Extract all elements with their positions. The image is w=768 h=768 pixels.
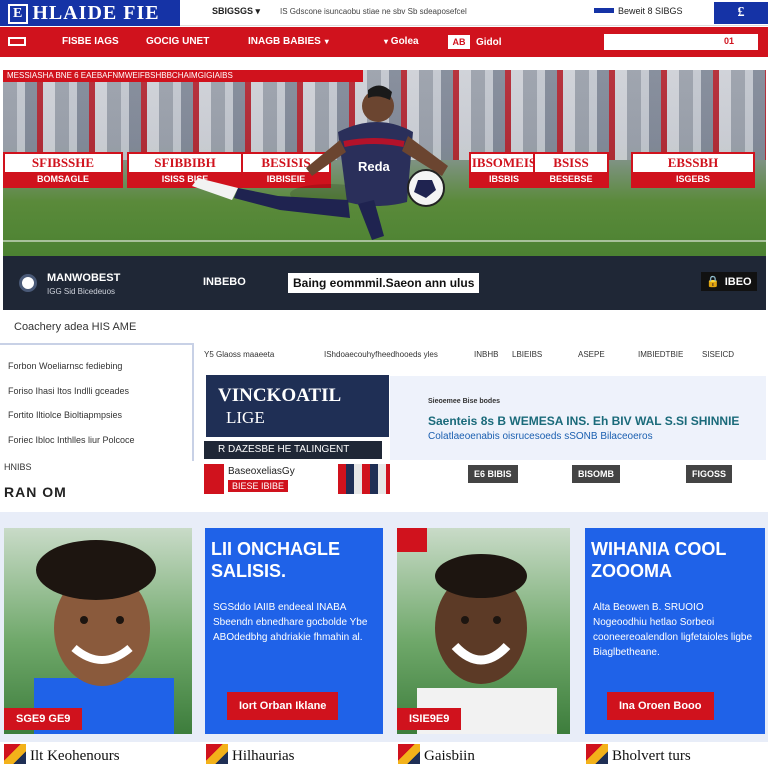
promo-headline: Saenteis 8s B WEMESA INS. Eh BIV WAL S.S… [428,414,740,428]
hero-lock-badge[interactable]: 🔒 IBEO [701,272,757,291]
ad-board: SFIBSSHE BOMSAGLE [3,152,123,188]
card-heading: WIHANIA COOL ZOOOMA [591,539,726,581]
search-input[interactable] [604,34,758,50]
thumb-icon [398,744,420,764]
tag-button[interactable]: E6 BIBIS [468,465,518,483]
mini-tag: BIESE IBIBE [228,480,289,492]
lock-icon: 🔒 [706,276,720,288]
logo-mark: E [8,4,29,24]
hero-bar-title: MANWOBEST [47,272,121,284]
sidebar-heading-large: RAN OM [4,484,67,500]
thumb-icon [206,744,228,764]
player-portrait [34,540,174,734]
hero-bar-label: INBEBO [203,276,246,288]
filter-item[interactable]: LBIEIBS [512,350,542,359]
sidebar-item[interactable]: Fortito Iltiolce Bioltiapmpsies [8,410,122,420]
player-portrait [397,528,557,734]
hero-banner[interactable]: MESSIASHA BNE 6 EAEBAFNMWEIFBSHBBCHAIMGI… [3,70,766,310]
account-links[interactable]: Beweit 8 SIBGS [594,6,683,16]
bottom-link[interactable]: Hilhaurias [206,744,295,768]
card-body: SGSddo IAIIB endeeal INABA Sbeendn ebned… [213,602,368,643]
sidebar: Forbon Woeliarnsc fediebing Foriso Ihasi… [0,343,194,461]
club-crest-icon [19,274,37,292]
search-button[interactable]: 01 [724,36,734,46]
promo-kicker: Sieoemee Bise bodes [428,398,500,405]
filter-item[interactable]: Y5 Glaoss maaeeta [204,350,274,359]
top-utility-bar: E HLAIDE FIE SBIGSGS ▾ IS Gdscone isuncao… [0,0,768,26]
breadcrumb[interactable]: Coachery adea HIS AME [14,321,136,333]
nav-item-5[interactable]: AB Gidol [448,35,502,49]
feature-caption[interactable]: R DAZESBE HE TALINGENT [204,441,382,459]
hero-caption[interactable]: Baing eommmil.Saeon ann ulus [288,273,480,293]
menu-icon[interactable] [8,37,26,46]
nav-item-5-label: Gidol [476,37,502,48]
hero-badge-label: IBEO [724,276,752,288]
promo-subtext: Colatlaeoenabis oisrucesoeds sSONB Bilac… [428,431,653,442]
nav-item-3[interactable]: INAGB BABIES ▾ [248,36,329,47]
filter-item[interactable]: IShdoaecouhyfheedhooeds yles [324,350,438,359]
mini-promo[interactable]: BaseoxeliasGy BIESE IBIBE [204,464,390,496]
player-card[interactable]: SGE9 GE9 [4,528,192,734]
card-button[interactable]: Ina Oroen Booo [607,692,714,720]
bottom-link-label: Hilhaurias [232,748,295,764]
sidebar-item[interactable]: Foriso Ihasi Itos Indlli gceades [8,386,129,396]
bottom-link-label: Gaisbiin [424,748,475,764]
nav-item-1[interactable]: FISBE IAGS [62,36,119,47]
article-card[interactable]: LII ONCHAGLE SALISIS. SGSddo IAIIB endee… [205,528,383,734]
card-caption: SGE9 GE9 [4,708,83,730]
nav-item-2[interactable]: GOCIG UNET [146,36,209,47]
site-logo[interactable]: E HLAIDE FIE [0,0,180,26]
bottom-link[interactable]: Gaisbiin [398,744,475,768]
tag-button[interactable]: FIGOSS [686,465,733,483]
nav-item-4-label: Golea [390,36,419,47]
sidebar-item[interactable]: Forbon Woeliarnsc fediebing [8,361,122,371]
logo-text: HLAIDE FIE [32,2,160,24]
sidebar-heading: HNIBS [4,462,32,472]
bottom-link[interactable]: Bholvert turs [586,744,691,768]
bottom-link-label: Ilt Keohenours [30,748,120,764]
mini-image [338,464,390,494]
ad-board: EBSSBH ISGEBS [631,152,755,188]
promo-panel[interactable]: Sieoemee Bise bodes Saenteis 8s B WEMESA… [390,376,766,460]
filter-item[interactable]: INBHB [474,350,498,359]
thumb-icon [4,744,26,764]
card-button[interactable]: Iort Orban Iklane [227,692,339,720]
chevron-down-icon: ▾ [384,37,389,46]
thumb-icon [586,744,608,764]
nav-item-3-label: INAGB BABIES [248,36,321,47]
card-caption: ISIE9E9 [397,708,462,730]
bottom-link[interactable]: Ilt Keohenours [4,744,120,768]
card-body: Alta Beowen B. SRUOIO Nogeoodhiu hetlao … [593,602,753,658]
sidebar-item[interactable]: Foriec Ibloc Inthlles liur Polcoce [8,435,135,445]
nav-box-icon: AB [448,35,470,49]
main-nav: FISBE IAGS GOCIG UNET INAGB BABIES ▾ ▾ Go… [0,27,768,57]
article-card[interactable]: WIHANIA COOL ZOOOMA Alta Beowen B. SRUOI… [585,528,765,734]
feature-subtitle: LIGE [226,408,265,427]
hero-info-bar: MANWOBEST IGG Sid Bicedeuos INBEBO Baing… [3,256,766,310]
chevron-down-icon: ▾ [324,37,329,46]
ad-board: BSISS BESEBSE [533,152,609,188]
filter-item[interactable]: IMBIEDTBIE [638,350,683,359]
edition-selector[interactable]: SBIGSGS ▾ [212,6,260,17]
currency-button[interactable]: £ [714,2,768,24]
feature-block[interactable]: VINCKOATIL LIGE [206,375,389,437]
bottom-link-label: Bholvert turs [612,748,691,764]
filter-item[interactable]: SISEICD [702,350,734,359]
filter-item[interactable]: ASEPE [578,350,605,359]
mini-title: BaseoxeliasGy [228,466,295,477]
card-heading: LII ONCHAGLE SALISIS. [211,539,340,581]
feature-title: VINCKOATIL [218,385,342,406]
player-figure: Reda [192,85,448,240]
account-label: Beweit 8 SIBGS [618,6,683,16]
ad-board: IBSOMEIS IBSBIS [469,152,539,188]
player-card[interactable]: ISIE9E9 [397,528,570,734]
flag-icon [594,8,614,13]
mini-thumb [204,464,224,494]
top-links[interactable]: IS Gdscone isuncaobu stiae ne sbv Sb sde… [280,7,467,16]
tag-button[interactable]: BISOMB [572,465,620,483]
nav-item-4[interactable]: ▾ Golea [380,36,419,47]
hero-bar-subtitle: IGG Sid Bicedeuos [47,287,116,296]
filter-row: Y5 Glaoss maaeeta IShdoaecouhyfheedhooed… [196,346,766,366]
shirt-label: Reda [358,159,391,174]
